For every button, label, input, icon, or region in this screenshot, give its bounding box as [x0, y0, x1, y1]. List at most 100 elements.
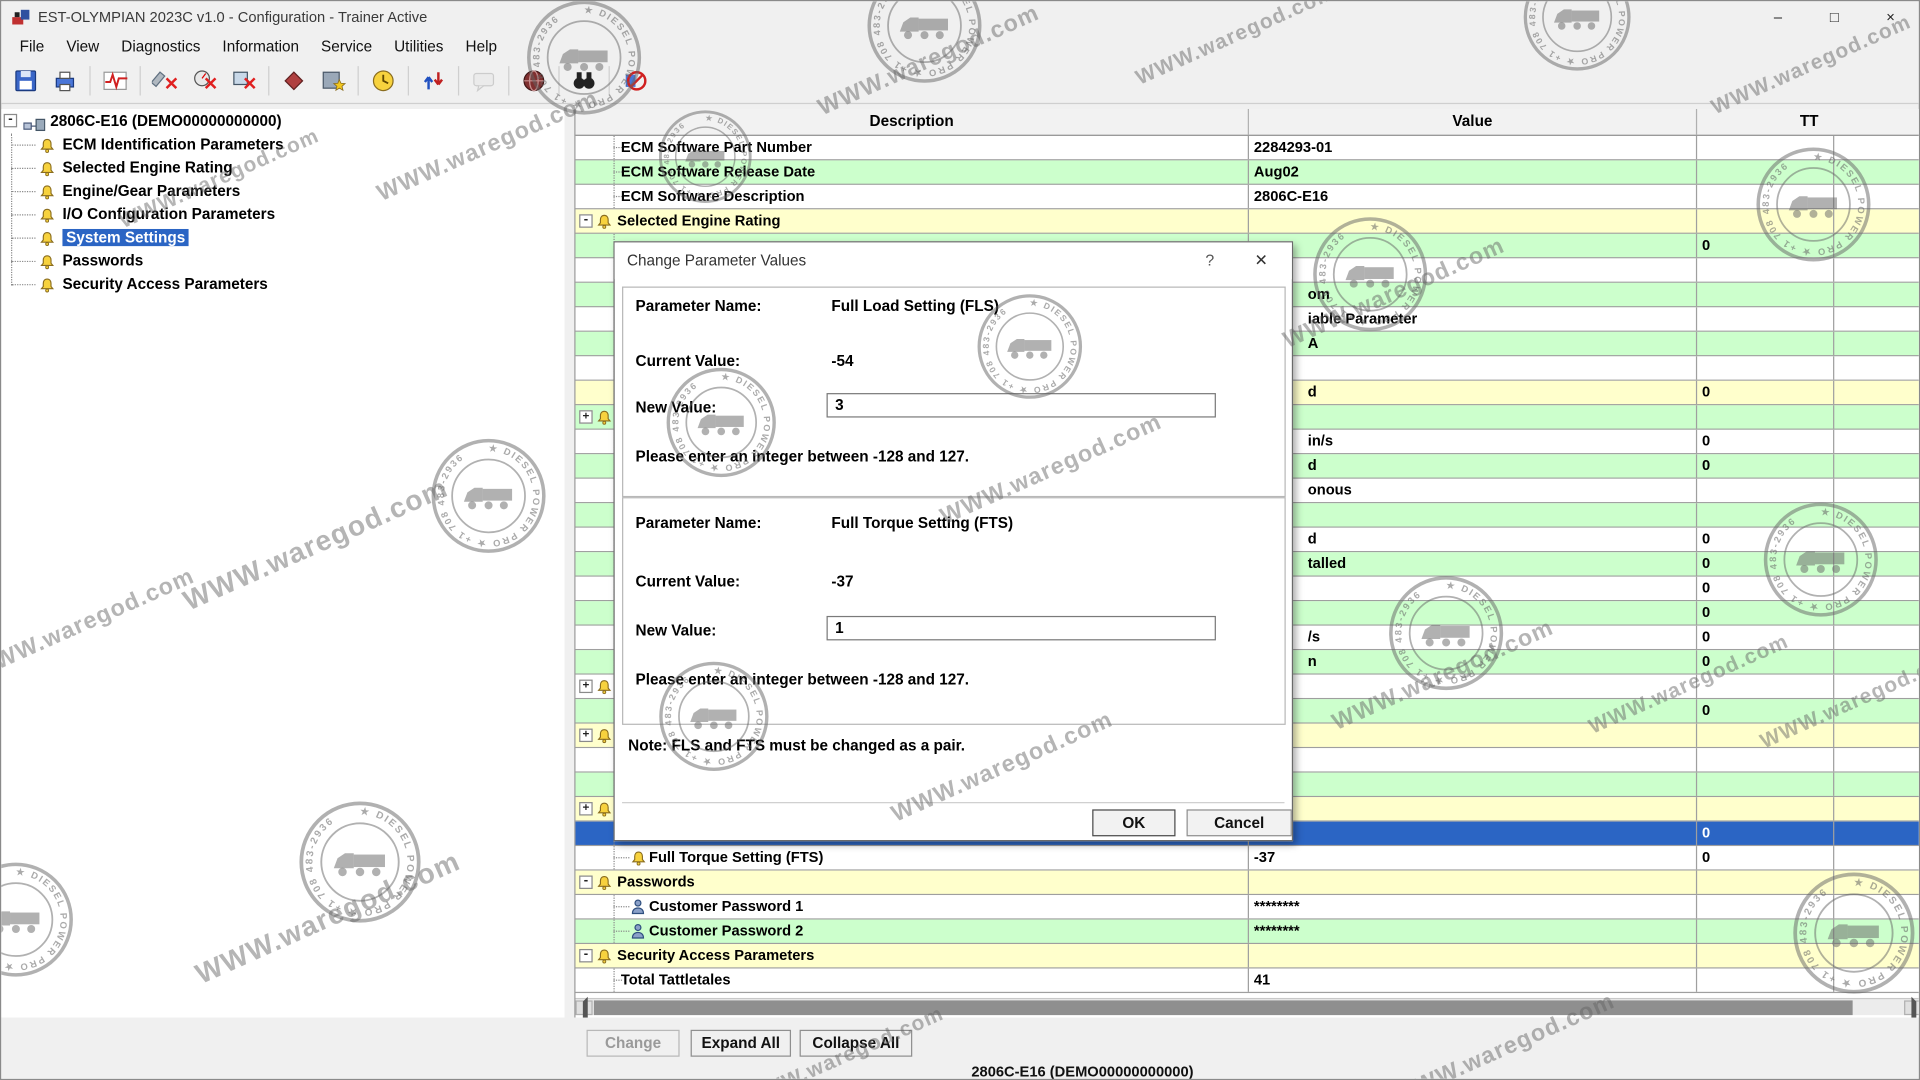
sidebar-item-passwords[interactable]: Passwords [1, 250, 564, 273]
sidebar-item-ecm-identification-parameters[interactable]: ECM Identification Parameters [1, 133, 564, 156]
menu-file[interactable]: File [9, 35, 56, 57]
menu-information[interactable]: Information [211, 35, 310, 57]
menu-utilities[interactable]: Utilities [383, 35, 454, 57]
globe-icon[interactable] [516, 64, 553, 98]
fts-new-value-input[interactable] [827, 616, 1216, 640]
row-label: Total Tattletales [576, 969, 731, 992]
parameter-group-icon [596, 678, 612, 698]
table-row[interactable]: ECM Software Part Number2284293-01 [576, 136, 1920, 160]
maximize-icon[interactable]: □ [1806, 1, 1862, 33]
sidebar-item-system-settings[interactable]: System Settings [1, 227, 564, 250]
window-title: EST-OLYMPIAN 2023C v1.0 - Configuration … [38, 9, 427, 26]
expand-icon[interactable]: + [579, 410, 592, 423]
tree-root[interactable]: - 2806C-E16 (DEMO00000000000) [1, 109, 564, 133]
row-label: Passwords [576, 871, 695, 894]
row-value [1249, 797, 1697, 820]
horizontal-scrollbar[interactable] [576, 998, 1920, 1015]
disconnect-icon[interactable] [616, 64, 653, 98]
tree-item-label: Engine/Gear Parameters [62, 182, 240, 199]
table-row[interactable]: -Selected Engine Rating [576, 209, 1920, 233]
expand-icon[interactable]: + [579, 680, 592, 693]
scrollbar-thumb[interactable] [594, 1000, 1853, 1015]
compare-arrows-icon[interactable] [415, 64, 452, 98]
expand-icon[interactable]: + [579, 802, 592, 815]
minimize-icon[interactable]: – [1750, 1, 1806, 33]
row-tattletale [1697, 724, 1920, 747]
toolbar-separator [140, 66, 141, 95]
flash-star-icon[interactable] [315, 64, 352, 98]
fls-new-value-input[interactable] [827, 393, 1216, 417]
menu-bar: FileViewDiagnosticsInformationServiceUti… [1, 33, 1919, 59]
collapse-all-button[interactable]: Collapse All [800, 1030, 913, 1057]
program-x-icon[interactable] [225, 64, 262, 98]
diamond-icon[interactable] [276, 64, 313, 98]
service-x-icon[interactable] [147, 64, 184, 98]
row-tattletale [1697, 871, 1920, 894]
menu-view[interactable]: View [55, 35, 110, 57]
ok-button[interactable]: OK [1092, 809, 1175, 836]
menu-service[interactable]: Service [310, 35, 383, 57]
gauge-x-icon[interactable] [186, 64, 223, 98]
print-icon[interactable] [47, 64, 84, 98]
row-tattletale: 0 [1697, 552, 1920, 575]
sidebar-item-engine-gear-parameters[interactable]: Engine/Gear Parameters [1, 180, 564, 203]
save-icon[interactable] [7, 64, 44, 98]
row-value: -37 [1249, 846, 1697, 869]
ecg-icon[interactable] [97, 64, 134, 98]
scroll-left-icon[interactable] [576, 1000, 593, 1015]
column-header-description[interactable]: Description [576, 109, 1249, 135]
collapse-icon[interactable]: - [579, 876, 592, 889]
table-row[interactable]: ECM Software Release DateAug02 [576, 160, 1920, 184]
expand-all-button[interactable]: Expand All [691, 1030, 791, 1057]
tree-items: ECM Identification ParametersSelected En… [1, 133, 564, 296]
menu-diagnostics[interactable]: Diagnostics [110, 35, 211, 57]
row-label: Customer Password 2 [576, 920, 804, 943]
row-tattletale [1697, 748, 1920, 771]
dialog-separator [622, 802, 1284, 803]
dialog-title[interactable]: Change Parameter Values [615, 242, 1292, 279]
close-icon[interactable]: × [1862, 1, 1918, 33]
binoculars-icon[interactable] [566, 64, 603, 98]
row-value [1249, 724, 1697, 747]
bottom-bar: Change Expand All Collapse All 2806C-E16… [1, 1018, 1919, 1080]
collapse-icon[interactable]: - [579, 214, 592, 227]
sidebar-item-security-access-parameters[interactable]: Security Access Parameters [1, 273, 564, 296]
collapse-icon[interactable]: - [4, 114, 17, 127]
table-row[interactable]: -Passwords [576, 871, 1920, 895]
row-tattletale: 0 [1697, 528, 1920, 551]
table-row[interactable]: -Security Access Parameters [576, 944, 1920, 968]
row-tattletale [1697, 405, 1920, 428]
message-icon[interactable] [465, 64, 502, 98]
fts-current-label: Current Value: [636, 573, 741, 590]
cancel-button[interactable]: Cancel [1187, 809, 1292, 836]
parameter-group-icon [596, 213, 612, 233]
menu-help[interactable]: Help [454, 35, 508, 57]
row-description: ECM Software Part Number [576, 136, 1249, 159]
row-description: -Selected Engine Rating [576, 209, 1249, 232]
sidebar-item-i-o-configuration-parameters[interactable]: I/O Configuration Parameters [1, 203, 564, 226]
scroll-right-icon[interactable] [1904, 1000, 1920, 1015]
toolbar-separator [268, 66, 269, 95]
table-row[interactable]: Total Tattletales41 [576, 969, 1920, 993]
fts-param-value: Full Torque Setting (FTS) [831, 514, 1013, 531]
sidebar-item-selected-engine-rating[interactable]: Selected Engine Rating [1, 157, 564, 180]
row-description: Customer Password 1 [576, 895, 1249, 918]
row-description: Customer Password 2 [576, 920, 1249, 943]
expand-icon[interactable]: + [579, 729, 592, 742]
column-header-tt[interactable]: TT [1697, 109, 1920, 135]
row-tattletale: 0 [1697, 577, 1920, 600]
table-row[interactable]: ECM Software Description2806C-E16 [576, 185, 1920, 209]
column-header-value[interactable]: Value [1249, 109, 1697, 135]
dialog-help-icon[interactable]: ? [1191, 242, 1228, 279]
row-value [1249, 258, 1697, 281]
table-row[interactable]: Full Torque Setting (FTS)-370 [576, 846, 1920, 870]
change-button[interactable]: Change [587, 1030, 680, 1057]
app-icon [11, 7, 31, 27]
dialog-close-icon[interactable]: ✕ [1240, 242, 1282, 279]
collapse-icon[interactable]: - [579, 949, 592, 962]
row-value: A [1249, 332, 1697, 355]
table-row[interactable]: Customer Password 2******** [576, 920, 1920, 944]
timer-icon[interactable] [365, 64, 402, 98]
fts-range-hint: Please enter an integer between -128 and… [636, 671, 969, 688]
table-row[interactable]: Customer Password 1******** [576, 895, 1920, 919]
